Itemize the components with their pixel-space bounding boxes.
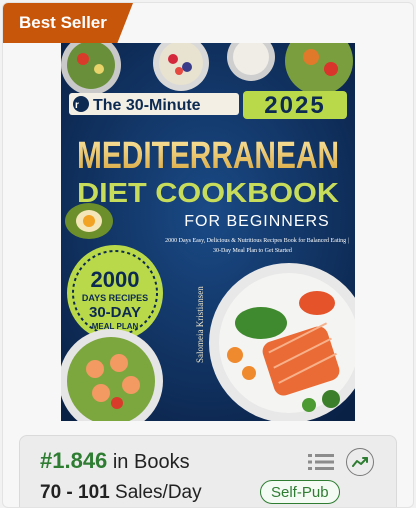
sales-line: 70 - 101 Sales/Day bbox=[40, 482, 202, 504]
sales-stats-panel: #1.846 in Books 70 - 101 Sales/Day Self-… bbox=[19, 435, 397, 507]
rank-line: #1.846 in Books bbox=[40, 448, 190, 474]
title-line-1: MEDITERRANEAN bbox=[77, 135, 339, 177]
book-cover-art: r The 30-Minute 2025 MEDITERRANEAN DIET … bbox=[61, 43, 355, 421]
list-icon[interactable] bbox=[308, 452, 334, 472]
title-line-2: DIET COOKBOOK bbox=[77, 177, 339, 208]
seal-badge: 2000 DAYS RECIPES 30-DAY MEAL PLAN bbox=[67, 245, 163, 341]
series-text: The 30-Minute bbox=[93, 97, 201, 114]
best-seller-badge: Best Seller bbox=[3, 3, 133, 43]
subtitle-line-1: 2000 Days Easy, Delicious & Nutritious R… bbox=[165, 237, 349, 244]
product-card: Best Seller r The 30-Minute 2025 MEDITER… bbox=[2, 2, 414, 508]
subtitle-line-2: 30-Day Meal Plan to Get Started bbox=[213, 248, 292, 254]
sales-rank: #1.846 bbox=[40, 448, 108, 473]
rank-category: in Books bbox=[112, 451, 190, 473]
sales-unit: Sales/Day bbox=[115, 482, 202, 503]
title-line-3: FOR BEGINNERS bbox=[184, 213, 329, 230]
svg-text:r: r bbox=[75, 100, 79, 111]
sales-range: 70 - 101 bbox=[40, 482, 110, 503]
seal-line-2: DAYS RECIPES bbox=[82, 293, 148, 303]
trend-chart-button[interactable] bbox=[346, 448, 374, 476]
seal-line-1: 2000 bbox=[91, 267, 140, 292]
author-name: Salomeia Kristiansen bbox=[195, 286, 205, 363]
seal-line-3: 30-DAY bbox=[89, 304, 141, 321]
year-text: 2025 bbox=[264, 92, 325, 119]
self-pub-badge: Self-Pub bbox=[260, 480, 340, 504]
trend-icon bbox=[352, 457, 368, 467]
book-cover-image[interactable]: r The 30-Minute 2025 MEDITERRANEAN DIET … bbox=[61, 43, 355, 421]
